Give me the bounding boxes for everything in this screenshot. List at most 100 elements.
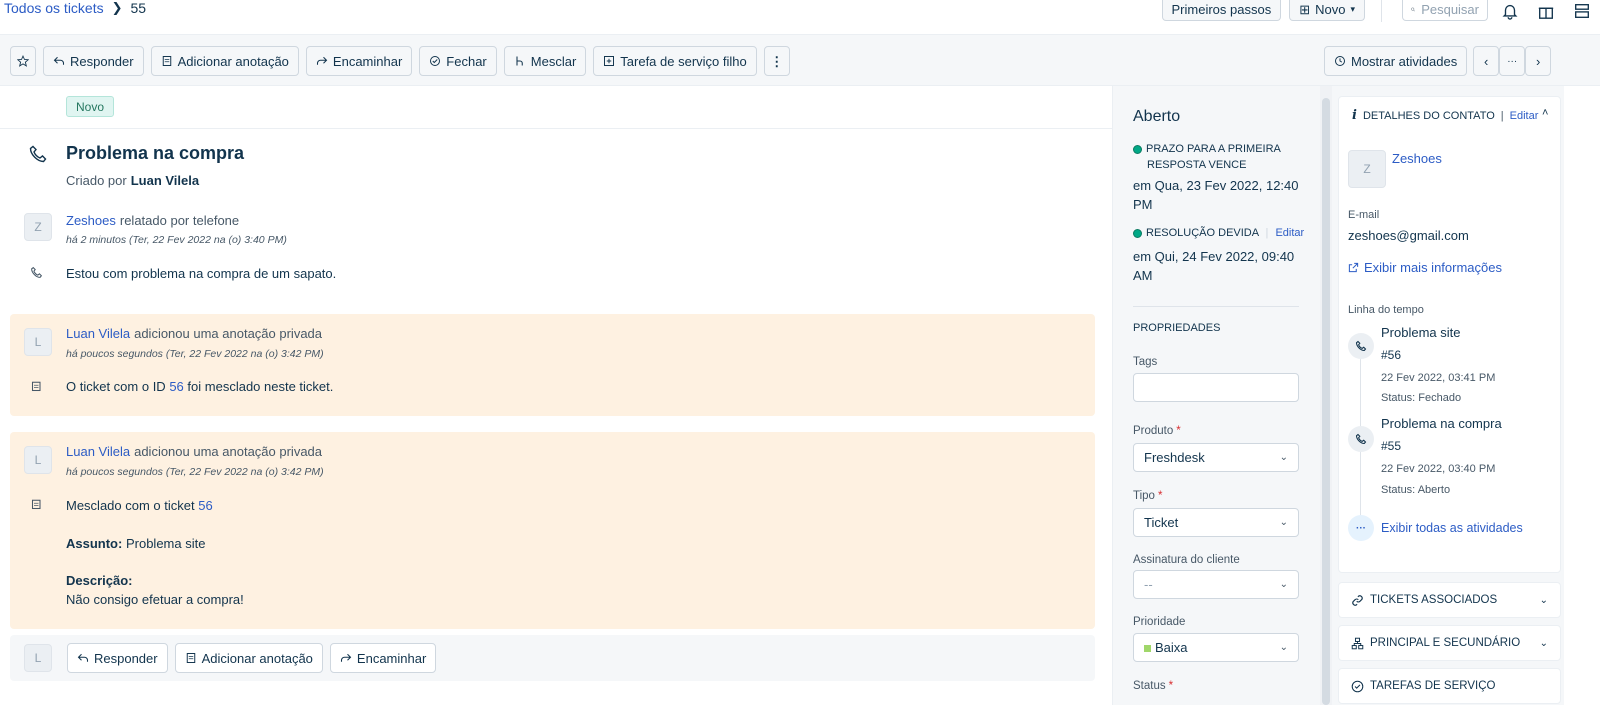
avatar: L [24,446,52,474]
timeline-item-icon [1348,333,1374,359]
contact-email: zeshoes@gmail.com [1348,228,1469,243]
timeline-item-date: 22 Fev 2022, 03:41 PM [1381,372,1496,384]
status-badge: Novo [66,96,115,117]
divider [0,128,1112,129]
close-ticket-button[interactable]: Fechar [419,46,497,76]
contact-name-link[interactable]: Zeshoes [1392,151,1442,166]
first-response-date: em Qua, 23 Fev 2022, 12:40 PM [1133,178,1299,212]
chevron-down-icon: ⌄ [1539,637,1548,649]
ticket-link[interactable]: 56 [169,379,183,394]
add-note-button[interactable]: Adicionar anotação [150,46,299,76]
divider [1133,306,1299,307]
phone-icon [29,145,47,163]
contact-panel: i DETALHES DO CONTATO | Editar ˄ Z Zesho… [1332,86,1600,705]
product-select[interactable]: Freshdesk ⌄ [1133,443,1299,472]
avatar: Z [24,213,52,241]
contact-details-header: i DETALHES DO CONTATO | Editar [1352,108,1539,123]
forward-button[interactable]: Encaminhar [305,46,413,76]
properties-heading: PROPRIEDADES [1133,322,1221,334]
timeline-item-status: Status: Fechado [1381,392,1462,404]
merge-icon [516,56,523,66]
search-input[interactable]: Pesquisar [1402,0,1488,21]
note-body: Mesclado com o ticket 56 [66,498,213,513]
getting-started-button[interactable]: Primeiros passos [1161,0,1282,21]
ticket-toolbar: Responder Adicionar anotação Encaminhar … [0,35,1600,86]
breadcrumb-all-tickets[interactable]: Todos os tickets [4,0,104,16]
resolution-sla: RESOLUÇÃO DEVIDA | Editar [1133,227,1304,239]
ticket-list-button[interactable]: ··· [1499,46,1526,76]
chevron-up-icon[interactable]: ˄ [1542,107,1548,119]
properties-scrollbar[interactable] [1320,86,1332,705]
note-description: Não consigo efetuar a compra! [66,592,244,607]
bell-icon[interactable] [1496,1,1524,21]
forward-button[interactable]: Encaminhar [329,643,437,673]
ellipsis-icon: ··· [1507,55,1518,67]
forward-icon [340,653,352,662]
requester-link[interactable]: Zeshoes [66,213,116,228]
note-edit-icon [31,381,41,392]
note-icon [162,56,171,66]
star-button[interactable] [10,46,36,76]
chevron-right-icon: › [1536,53,1541,69]
conversation-body: Estou com problema na compra de um sapat… [66,266,337,281]
more-actions-button[interactable]: ⋮ [763,46,790,76]
type-select[interactable]: Ticket ⌄ [1133,508,1299,537]
scrollbar-thumb[interactable] [1322,98,1330,705]
properties-panel: Aberto PRAZO PARA A PRIMEIRA RESPOSTA VE… [1112,86,1320,705]
timeline-item-title[interactable]: Problema site [1381,325,1460,340]
chevron-down-icon: ⌄ [1279,642,1288,653]
add-note-button[interactable]: Adicionar anotação [174,643,323,673]
agent-link[interactable]: Luan Vilela [66,326,130,341]
new-button[interactable]: ⊞ Novo ▾ [1289,0,1365,21]
reply-icon [77,653,89,662]
reply-button[interactable]: Responder [67,643,168,673]
parent-child-section[interactable]: PRINCIPAL E SECUNDÁRIO ⌄ [1338,625,1561,661]
signature-select[interactable]: -- ⌄ [1133,570,1299,599]
header-actions: Primeiros passos ⊞ Novo ▾ Pesquisar [1161,0,1600,22]
task-check-icon [1351,680,1364,692]
gift-icon[interactable] [1532,1,1560,21]
email-label: E-mail [1348,209,1380,221]
tags-label: Tags [1133,356,1158,368]
merge-button[interactable]: Mesclar [503,46,587,76]
show-activities-button[interactable]: Mostrar atividades [1324,46,1468,76]
note-meta: Luan Vilela adicionou uma anotação privad… [66,326,323,341]
service-tasks-section[interactable]: TAREFAS DE SERVIÇO [1338,668,1561,704]
timeline-label: Linha do tempo [1348,304,1424,316]
private-note: L Luan Vilela adicionou uma anotação priv… [10,432,1095,629]
note-time: há poucos segundos (Ter, 22 Fev 2022 na … [66,348,324,360]
edit-resolution-link[interactable]: Editar [1275,227,1304,239]
link-icon [1352,594,1363,606]
view-all-activities-link[interactable]: Exibir todas as atividades [1381,521,1523,535]
ticket-title: Problema na compra [66,143,245,163]
note-body: O ticket com o ID 56 foi mesclado neste … [66,379,334,394]
note-description-label: Descrição: [66,573,133,588]
star-icon [17,55,29,67]
apps-icon[interactable] [1568,1,1596,21]
type-label: Tipo * [1133,490,1163,502]
reply-button[interactable]: Responder [43,46,144,76]
priority-select[interactable]: Baixa ⌄ [1133,633,1299,662]
timeline-item-status: Status: Aberto [1381,484,1451,496]
previous-ticket-button[interactable]: ‹ [1473,46,1500,76]
chevron-down-icon: ⌄ [1539,594,1548,606]
timeline-item-id: #55 [1381,439,1402,453]
signature-label: Assinatura do cliente [1133,554,1240,566]
note-icon [186,653,195,663]
phone-icon [1355,340,1367,352]
external-link-icon [1348,262,1359,273]
more-info-link[interactable]: Exibir mais informações [1348,260,1502,275]
child-task-button[interactable]: Tarefa de serviço filho [593,46,757,76]
timeline-item-id: #56 [1381,348,1402,362]
next-ticket-button[interactable]: › [1525,46,1552,76]
note-meta: Luan Vilela adicionou uma anotação privad… [66,444,323,459]
note-time: há poucos segundos (Ter, 22 Fev 2022 na … [66,466,324,478]
ticket-link[interactable]: 56 [198,498,212,513]
agent-link[interactable]: Luan Vilela [66,444,130,459]
tags-input[interactable] [1133,373,1299,402]
associated-tickets-section[interactable]: TICKETS ASSOCIADOS ⌄ [1338,582,1561,618]
timeline-item-title[interactable]: Problema na compra [1381,416,1502,431]
edit-contact-link[interactable]: Editar [1510,110,1539,122]
top-bar: Todos os tickets ❯ 55 Primeiros passos ⊞… [0,0,1600,35]
phone-icon [31,266,43,278]
